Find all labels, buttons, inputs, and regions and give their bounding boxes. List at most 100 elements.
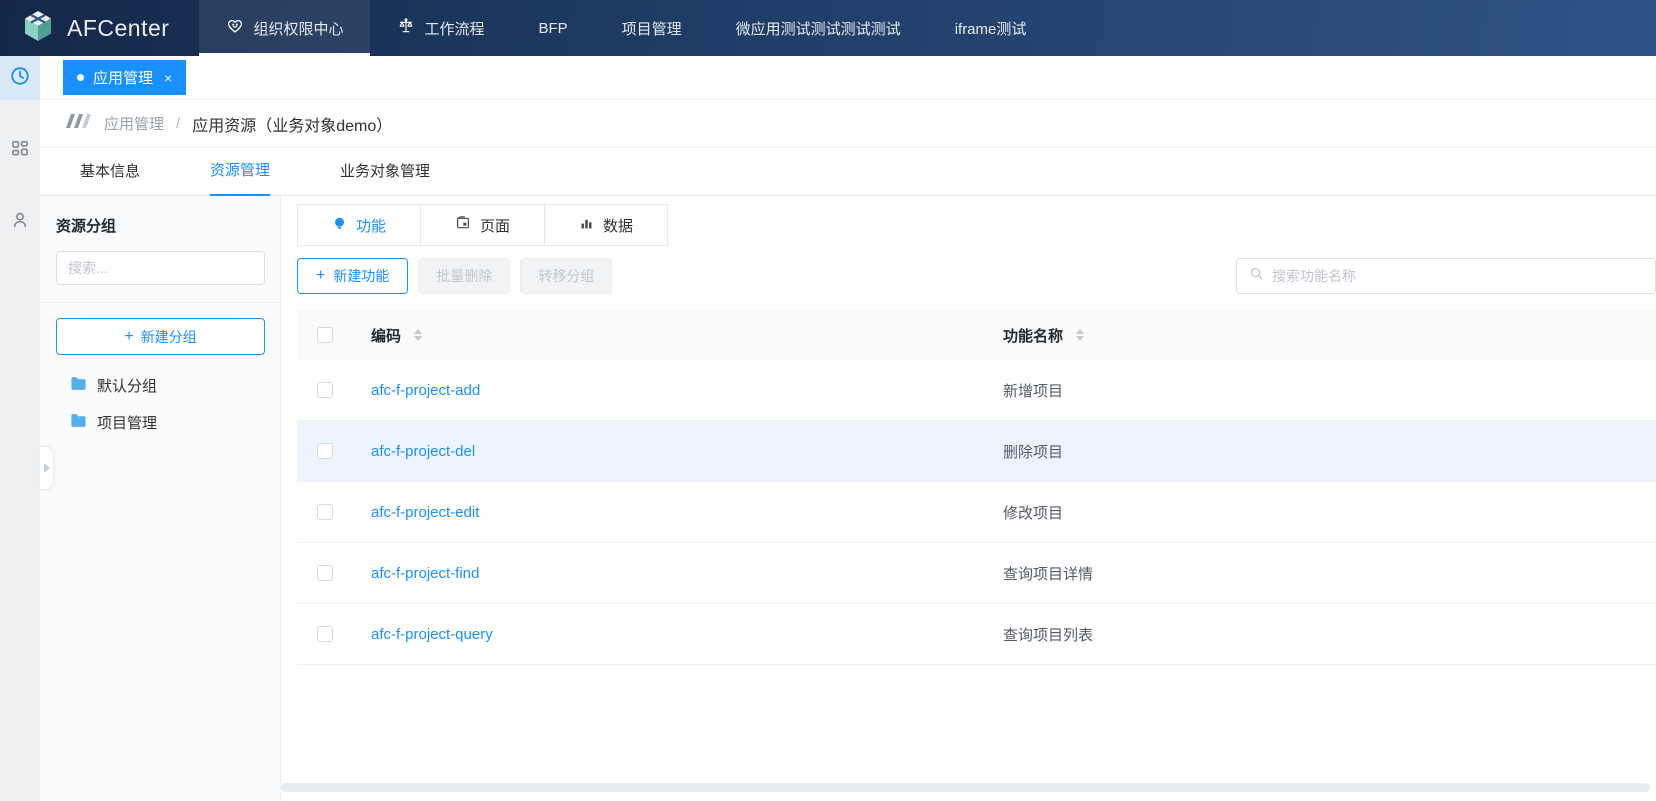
nav-item-label: BFP [538, 20, 567, 37]
tab-function[interactable]: 功能 [297, 204, 421, 246]
nav-item-microapp-test[interactable]: 微应用测试测试测试测试 [709, 0, 928, 56]
brand[interactable]: AFCenter [0, 0, 199, 56]
nav-item-label: 组织权限中心 [253, 18, 343, 39]
afcenter-logo-icon [20, 8, 56, 49]
table-row[interactable]: afc-f-project-del 删除项目 [297, 421, 1656, 482]
group-panel-divider [40, 302, 280, 303]
row-checkbox-cell [297, 504, 353, 520]
caret-up-icon [414, 329, 422, 334]
function-name: 修改项目 [1003, 502, 1063, 523]
resource-group-panel: 资源分组 + 新建分组 默认分组 [40, 196, 281, 801]
tab-page[interactable]: 页面 [420, 204, 545, 246]
header-name-label: 功能名称 [1003, 325, 1063, 346]
doc-tab-app-management[interactable]: 应用管理 × [63, 60, 186, 95]
nav-item-label: 微应用测试测试测试测试 [736, 18, 901, 39]
plus-icon: + [316, 267, 325, 285]
table-row[interactable]: afc-f-project-add 新增项目 [297, 360, 1656, 421]
tab-basic-info[interactable]: 基本信息 [80, 160, 140, 195]
header-checkbox-cell [297, 327, 353, 343]
table-row[interactable]: afc-f-project-find 查询项目详情 [297, 543, 1656, 604]
function-code-link[interactable]: afc-f-project-del [371, 443, 475, 460]
resource-main-panel: 功能 页面 [281, 196, 1656, 801]
functions-table: 编码 功能名称 [297, 310, 1656, 665]
function-toolbar: + 新建功能 批量删除 转移分组 [297, 258, 1656, 294]
user-icon [10, 210, 30, 235]
panel-collapse-handle[interactable] [40, 446, 54, 490]
sort-icon[interactable] [414, 329, 422, 341]
group-item-default[interactable]: 默认分组 [40, 367, 280, 404]
row-checkbox-cell [297, 565, 353, 581]
sort-icon[interactable] [1076, 329, 1084, 341]
new-group-button[interactable]: + 新建分组 [56, 318, 265, 355]
select-all-checkbox[interactable] [317, 327, 333, 343]
function-code-link[interactable]: afc-f-project-add [371, 382, 480, 399]
batch-delete-button[interactable]: 批量删除 [418, 258, 510, 294]
close-icon[interactable]: × [164, 70, 172, 86]
group-item-project-mgmt[interactable]: 项目管理 [40, 404, 280, 441]
side-icon-strip [0, 56, 40, 801]
breadcrumb-current: 应用资源（业务对象demo） [192, 112, 392, 136]
tab-business-object-mgmt[interactable]: 业务对象管理 [340, 160, 430, 195]
row-checkbox-cell [297, 626, 353, 642]
move-group-button[interactable]: 转移分组 [520, 258, 612, 294]
new-function-label: 新建功能 [333, 266, 389, 286]
header-code-label: 编码 [371, 325, 401, 346]
tab-resource-mgmt[interactable]: 资源管理 [210, 159, 270, 196]
new-group-label: 新建分组 [141, 327, 197, 347]
row-checkbox[interactable] [317, 504, 333, 520]
history-clock-button[interactable] [0, 56, 40, 100]
table-header: 编码 功能名称 [297, 310, 1656, 360]
group-list: 默认分组 项目管理 [40, 367, 280, 441]
tab-data-label: 数据 [603, 215, 633, 236]
users-button[interactable] [0, 200, 40, 244]
tab-data[interactable]: 数据 [544, 204, 668, 246]
table-row[interactable]: afc-f-project-query 查询项目列表 [297, 604, 1656, 665]
caret-down-icon [1076, 336, 1084, 341]
row-checkbox[interactable] [317, 382, 333, 398]
grid-icon [10, 138, 30, 163]
nav-item-label: iframe测试 [955, 18, 1027, 39]
function-search-input[interactable] [1272, 268, 1643, 284]
function-code-link[interactable]: afc-f-project-query [371, 626, 493, 643]
nav-item-bfp[interactable]: BFP [511, 0, 594, 56]
nav-item-project-mgmt[interactable]: 项目管理 [595, 0, 709, 56]
group-item-label: 默认分组 [97, 375, 157, 396]
row-checkbox-cell [297, 443, 353, 459]
caret-down-icon [414, 336, 422, 341]
function-name: 查询项目详情 [1003, 563, 1093, 584]
folder-icon [70, 376, 87, 395]
tab-function-label: 功能 [356, 215, 386, 236]
row-checkbox[interactable] [317, 565, 333, 581]
header-code: 编码 [353, 325, 1003, 346]
plus-icon: + [124, 328, 133, 346]
clock-icon [9, 65, 31, 92]
group-search-input[interactable] [56, 251, 265, 285]
table-row[interactable]: afc-f-project-edit 修改项目 [297, 482, 1656, 543]
nav-item-workflow[interactable]: 工作流程 [370, 0, 511, 56]
horizontal-scrollbar[interactable] [281, 783, 1650, 792]
bulb-icon [332, 216, 347, 235]
function-name: 删除项目 [1003, 441, 1063, 462]
function-search-box [1236, 258, 1656, 294]
group-panel-title: 资源分组 [40, 196, 280, 251]
app-shell: 应用管理 × 应用管理 / 应用资源（业务对象demo） 基本信息 资源管理 业… [0, 56, 1656, 801]
page-tabs: 基本信息 资源管理 业务对象管理 [40, 148, 1656, 196]
row-checkbox[interactable] [317, 443, 333, 459]
content-area: 资源分组 + 新建分组 默认分组 [40, 196, 1656, 801]
header-name: 功能名称 [1003, 325, 1656, 346]
tab-page-label: 页面 [480, 215, 510, 236]
function-code-link[interactable]: afc-f-project-find [371, 565, 479, 582]
new-function-button[interactable]: + 新建功能 [297, 258, 408, 294]
nav-item-org-permission-center[interactable]: 组织权限中心 [199, 0, 370, 56]
breadcrumb-section[interactable]: 应用管理 [104, 113, 164, 134]
nav-item-iframe-test[interactable]: iframe测试 [928, 0, 1054, 56]
row-checkbox[interactable] [317, 626, 333, 642]
chevron-right-icon [44, 463, 50, 473]
doc-tab-label: 应用管理 [93, 67, 153, 88]
function-code-link[interactable]: afc-f-project-edit [371, 504, 479, 521]
slashes-icon [65, 113, 92, 134]
apps-grid-button[interactable] [0, 128, 40, 172]
nav-item-label: 项目管理 [622, 18, 682, 39]
breadcrumb: 应用管理 / 应用资源（业务对象demo） [40, 100, 1656, 148]
function-name: 查询项目列表 [1003, 624, 1093, 645]
